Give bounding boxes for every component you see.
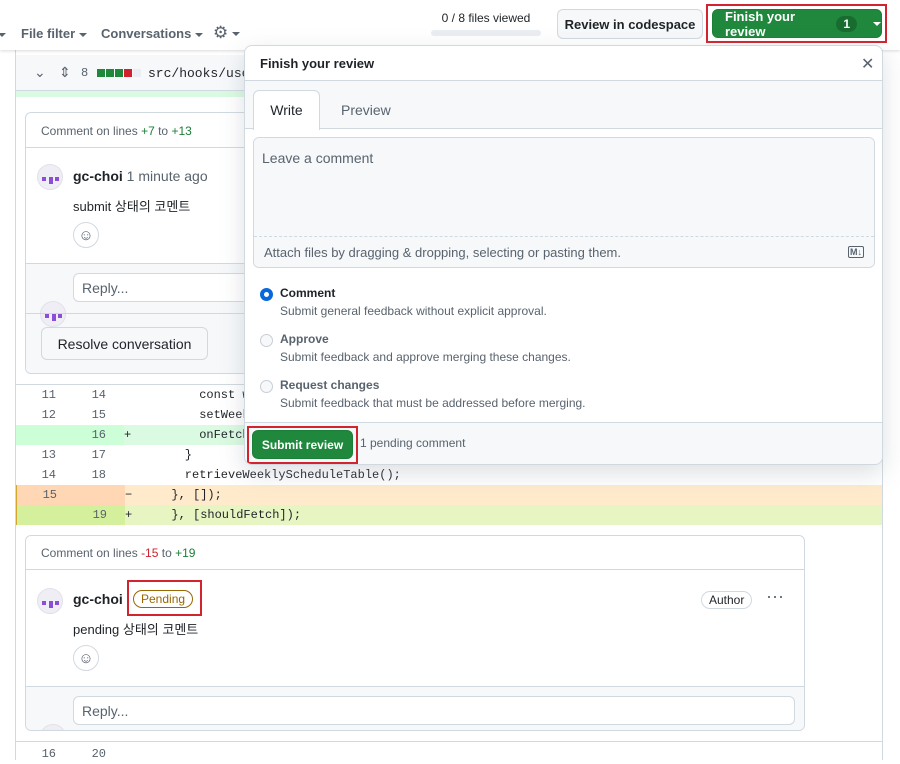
files-viewed: 0 / 8 files viewed xyxy=(441,11,531,25)
author-badge: Author xyxy=(701,591,753,609)
diff-row: 14 18 retrieveWeeklyScheduleTable(); xyxy=(16,465,882,485)
author-link[interactable]: gc-choi xyxy=(73,168,123,184)
smiley-icon[interactable]: ☺ xyxy=(73,645,99,671)
comment-box: Leave a comment Attach files by dragging… xyxy=(253,137,875,268)
thread-header: Comment on lines -15 to +19 xyxy=(41,546,196,560)
option-label: Request changes xyxy=(280,378,380,392)
diffstat-block xyxy=(97,69,105,77)
diffstat-block xyxy=(115,69,123,77)
label: File filter xyxy=(21,26,76,41)
diffstat-bar xyxy=(97,69,141,77)
diffstat-block xyxy=(106,69,114,77)
code-line: }, []); xyxy=(157,488,222,502)
conversations-dropdown[interactable]: Conversations xyxy=(101,26,204,41)
change-count: 8 xyxy=(81,66,89,80)
comment-textarea[interactable]: Leave a comment xyxy=(254,138,874,236)
new-line-number[interactable]: 16 xyxy=(66,425,106,445)
thread-header: Comment on lines +7 to +13 xyxy=(41,124,192,138)
comment-body: submit 상태의 코멘트 xyxy=(73,199,191,214)
old-line-number[interactable]: 11 xyxy=(16,385,56,405)
timestamp[interactable]: 1 minute ago xyxy=(127,168,208,184)
expand-icon[interactable]: ⇕ xyxy=(59,64,71,81)
new-line-number[interactable]: 18 xyxy=(66,465,106,485)
avatar[interactable] xyxy=(37,164,63,190)
option-description: Submit general feedback without explicit… xyxy=(280,304,547,318)
old-line-number[interactable]: 16 xyxy=(16,744,56,764)
markdown-icon: M↓ xyxy=(848,246,864,258)
kebab-menu-icon[interactable]: ··· xyxy=(766,586,784,607)
finish-review-popover: Finish your review ✕ Write Preview HBI≔<… xyxy=(244,45,883,465)
avatar xyxy=(40,301,66,327)
attach-files[interactable]: Attach files by dragging & dropping, sel… xyxy=(254,236,874,267)
files-viewed-progress xyxy=(431,30,541,36)
radio-button[interactable] xyxy=(260,334,273,347)
new-line-number[interactable]: 15 xyxy=(66,405,106,425)
pending-count-badge: 1 xyxy=(836,15,857,32)
tab-write[interactable]: Write xyxy=(253,90,320,130)
label: Finish your review xyxy=(725,8,796,39)
diff-row: 19 + }, [shouldFetch]); xyxy=(16,505,882,525)
tab-preview[interactable]: Preview xyxy=(341,102,391,118)
gear-icon: ⚙ xyxy=(213,23,229,42)
new-line-number[interactable]: 14 xyxy=(66,385,106,405)
finish-review-button[interactable]: Finish your review 1 xyxy=(712,8,882,39)
code-line: }, [shouldFetch]); xyxy=(157,508,302,522)
review-in-codespace-button[interactable]: Review in codespace xyxy=(557,9,703,39)
submit-review-button[interactable]: Submit review xyxy=(252,430,353,459)
author-link[interactable]: gc-choi xyxy=(73,591,123,607)
close-icon[interactable]: ✕ xyxy=(861,54,874,74)
code-line: retrieveWeeklyScheduleTable(); xyxy=(156,468,401,482)
diff-row: 15 − }, []); xyxy=(16,485,882,505)
diffstat-block xyxy=(133,69,141,77)
option-label: Comment xyxy=(280,286,336,300)
pending-badge: Pending xyxy=(133,590,194,608)
code-line: } xyxy=(156,448,193,462)
new-line-number[interactable]: 19 xyxy=(67,505,107,525)
diff-sign: − xyxy=(125,488,133,502)
reply-input[interactable]: Reply... xyxy=(73,696,795,725)
dropdown-caret[interactable] xyxy=(0,26,6,41)
new-line-number[interactable]: 20 xyxy=(66,744,106,764)
popover-title: Finish your review xyxy=(260,56,375,71)
option-description: Submit feedback and approve merging thes… xyxy=(280,350,571,364)
chevron-down-icon[interactable]: ⌄ xyxy=(34,64,46,81)
diff-sign: + xyxy=(124,428,132,442)
radio-button[interactable] xyxy=(260,288,273,301)
diffstat-block xyxy=(124,69,132,77)
old-line-number[interactable]: 14 xyxy=(16,465,56,485)
old-line-number[interactable]: 13 xyxy=(16,445,56,465)
radio-button[interactable] xyxy=(260,380,273,393)
option-description: Submit feedback that must be addressed b… xyxy=(280,396,586,410)
file-path[interactable]: src/hooks/useW xyxy=(148,66,257,81)
new-line-number[interactable]: 17 xyxy=(66,445,106,465)
comment-meta: gc-choi 1 minute ago xyxy=(73,168,208,184)
old-line-number[interactable]: 12 xyxy=(16,405,56,425)
label: Conversations xyxy=(101,26,192,41)
resolve-conversation-button[interactable]: Resolve conversation xyxy=(41,327,208,360)
pending-comment-count: 1 pending comment xyxy=(360,436,466,450)
comment-body: pending 상태의 코멘트 xyxy=(73,622,199,637)
diff-sign: + xyxy=(125,508,133,522)
caret-down-icon xyxy=(873,21,881,26)
file-filter-dropdown[interactable]: File filter xyxy=(21,26,88,41)
toolbar: File filter Conversations ⚙ 0 / 8 files … xyxy=(0,0,900,50)
smiley-icon[interactable]: ☺ xyxy=(73,222,99,248)
settings-dropdown[interactable]: ⚙ xyxy=(213,23,241,43)
option-label: Approve xyxy=(280,332,329,346)
avatar[interactable] xyxy=(37,588,63,614)
comment-thread-2: Comment on lines -15 to +19 gc-choi Pend… xyxy=(25,535,805,731)
old-line-number[interactable]: 15 xyxy=(17,485,57,505)
